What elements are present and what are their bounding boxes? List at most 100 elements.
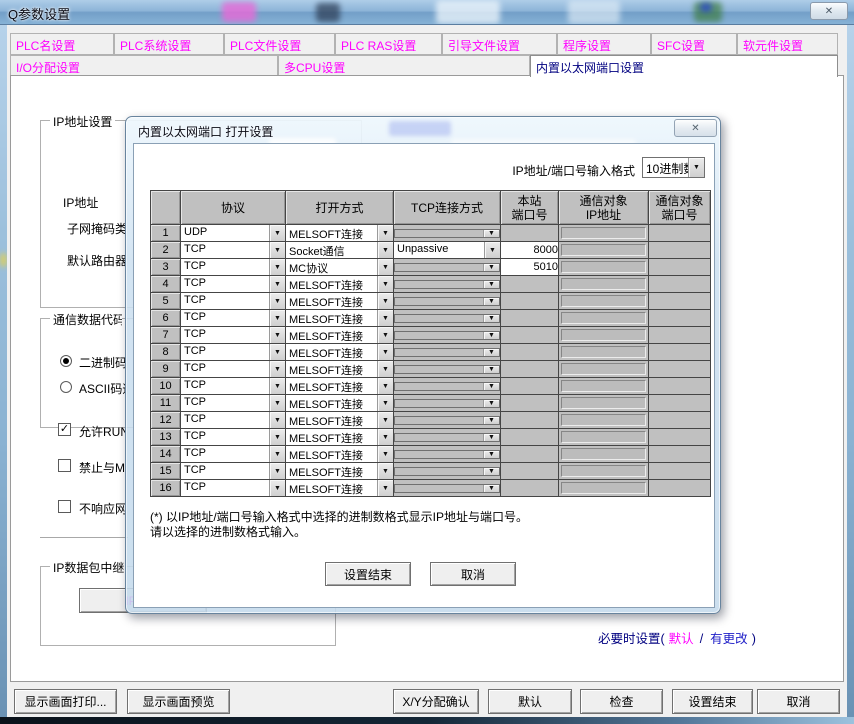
open-mode-select[interactable]: MELSOFT连接▼ xyxy=(286,480,393,496)
tcp-mode-select[interactable]: ▼ xyxy=(394,297,500,306)
open-mode-select[interactable]: MELSOFT连接▼ xyxy=(286,429,393,445)
tcp-mode-select[interactable]: ▼ xyxy=(394,331,500,340)
chevron-down-icon[interactable]: ▼ xyxy=(483,400,499,407)
default-button[interactable]: 默认 xyxy=(488,689,572,714)
open-mode-select[interactable]: MC协议▼ xyxy=(286,259,393,275)
tcp-mode-select[interactable]: ▼ xyxy=(394,382,500,391)
chevron-down-icon[interactable]: ▼ xyxy=(377,361,393,377)
tcp-mode-select[interactable]: ▼ xyxy=(394,280,500,289)
chevron-down-icon[interactable]: ▼ xyxy=(269,310,285,326)
chevron-down-icon[interactable]: ▼ xyxy=(377,395,393,411)
chevron-down-icon[interactable]: ▼ xyxy=(269,395,285,411)
chevron-down-icon[interactable]: ▼ xyxy=(377,378,393,394)
chevron-down-icon[interactable]: ▼ xyxy=(483,298,499,305)
chevron-down-icon[interactable]: ▼ xyxy=(269,225,285,241)
cancel-button[interactable]: 取消 xyxy=(757,689,840,714)
protocol-select[interactable]: TCP▼ xyxy=(181,293,285,309)
dialog-finish-button[interactable]: 设置结束 xyxy=(325,562,411,586)
chevron-down-icon[interactable]: ▼ xyxy=(483,332,499,339)
chevron-down-icon[interactable]: ▼ xyxy=(483,383,499,390)
tab-plc-ras[interactable]: PLC RAS设置 xyxy=(335,33,442,55)
chevron-down-icon[interactable]: ▼ xyxy=(269,242,285,258)
protocol-select[interactable]: TCP▼ xyxy=(181,446,285,462)
chevron-down-icon[interactable]: ▼ xyxy=(269,446,285,462)
tab-device[interactable]: 软元件设置 xyxy=(737,33,838,55)
chevron-down-icon[interactable]: ▼ xyxy=(688,158,704,177)
open-mode-select[interactable]: MELSOFT连接▼ xyxy=(286,225,393,241)
finish-button[interactable]: 设置结束 xyxy=(672,689,753,714)
protocol-select[interactable]: TCP▼ xyxy=(181,276,285,292)
tab-boot-file[interactable]: 引导文件设置 xyxy=(442,33,557,55)
chevron-down-icon[interactable]: ▼ xyxy=(269,412,285,428)
display-preview-button[interactable]: 显示画面预览 xyxy=(127,689,230,714)
chevron-down-icon[interactable]: ▼ xyxy=(269,259,285,275)
chevron-down-icon[interactable]: ▼ xyxy=(377,344,393,360)
tcp-mode-select[interactable]: Unpassive▼ xyxy=(394,242,500,258)
tcp-mode-select[interactable]: ▼ xyxy=(394,229,500,238)
chevron-down-icon[interactable]: ▼ xyxy=(269,480,285,496)
chevron-down-icon[interactable]: ▼ xyxy=(269,378,285,394)
chevron-down-icon[interactable]: ▼ xyxy=(483,417,499,424)
chevron-down-icon[interactable]: ▼ xyxy=(269,293,285,309)
protocol-select[interactable]: TCP▼ xyxy=(181,480,285,496)
tcp-mode-select[interactable]: ▼ xyxy=(394,348,500,357)
chevron-down-icon[interactable]: ▼ xyxy=(269,361,285,377)
chevron-down-icon[interactable]: ▼ xyxy=(377,327,393,343)
chevron-down-icon[interactable]: ▼ xyxy=(483,264,499,271)
protocol-select[interactable]: TCP▼ xyxy=(181,327,285,343)
protocol-select[interactable]: TCP▼ xyxy=(181,344,285,360)
chevron-down-icon[interactable]: ▼ xyxy=(377,480,393,496)
tcp-mode-select[interactable]: ▼ xyxy=(394,416,500,425)
protocol-select[interactable]: TCP▼ xyxy=(181,361,285,377)
tcp-mode-select[interactable]: ▼ xyxy=(394,450,500,459)
open-mode-select[interactable]: MELSOFT连接▼ xyxy=(286,293,393,309)
tab-io-assignment[interactable]: I/O分配设置 xyxy=(10,55,278,76)
open-mode-select[interactable]: MELSOFT连接▼ xyxy=(286,344,393,360)
tcp-mode-select[interactable]: ▼ xyxy=(394,467,500,476)
tab-program[interactable]: 程序设置 xyxy=(557,33,651,55)
binary-code-radio[interactable] xyxy=(60,355,72,367)
tab-sfc[interactable]: SFC设置 xyxy=(651,33,737,55)
tcp-mode-select[interactable]: ▼ xyxy=(394,263,500,272)
chevron-down-icon[interactable]: ▼ xyxy=(377,446,393,462)
protocol-select[interactable]: TCP▼ xyxy=(181,378,285,394)
chevron-down-icon[interactable]: ▼ xyxy=(269,344,285,360)
protocol-select[interactable]: TCP▼ xyxy=(181,259,285,275)
open-mode-select[interactable]: Socket通信▼ xyxy=(286,242,393,258)
open-mode-select[interactable]: MELSOFT连接▼ xyxy=(286,310,393,326)
chevron-down-icon[interactable]: ▼ xyxy=(377,463,393,479)
disable-melsoft-checkbox[interactable] xyxy=(58,459,71,472)
display-print-button[interactable]: 显示画面打印... xyxy=(14,689,117,714)
xy-assignment-button[interactable]: X/Y分配确认 xyxy=(393,689,479,714)
protocol-select[interactable]: TCP▼ xyxy=(181,429,285,445)
chevron-down-icon[interactable]: ▼ xyxy=(377,293,393,309)
chevron-down-icon[interactable]: ▼ xyxy=(483,485,499,492)
open-mode-select[interactable]: MELSOFT连接▼ xyxy=(286,327,393,343)
chevron-down-icon[interactable]: ▼ xyxy=(483,349,499,356)
chevron-down-icon[interactable]: ▼ xyxy=(483,281,499,288)
tcp-mode-select[interactable]: ▼ xyxy=(394,433,500,442)
chevron-down-icon[interactable]: ▼ xyxy=(377,429,393,445)
chevron-down-icon[interactable]: ▼ xyxy=(483,315,499,322)
protocol-select[interactable]: TCP▼ xyxy=(181,395,285,411)
protocol-select[interactable]: UDP▼ xyxy=(181,225,285,241)
chevron-down-icon[interactable]: ▼ xyxy=(483,230,499,237)
tab-plc-system[interactable]: PLC系统设置 xyxy=(114,33,224,55)
chevron-down-icon[interactable]: ▼ xyxy=(269,276,285,292)
chevron-down-icon[interactable]: ▼ xyxy=(377,310,393,326)
chevron-down-icon[interactable]: ▼ xyxy=(484,242,500,258)
open-mode-select[interactable]: MELSOFT连接▼ xyxy=(286,276,393,292)
tab-plc-name[interactable]: PLC名设置 xyxy=(10,33,114,55)
dialog-close-icon[interactable]: ✕ xyxy=(674,119,717,137)
protocol-select[interactable]: TCP▼ xyxy=(181,310,285,326)
chevron-down-icon[interactable]: ▼ xyxy=(269,327,285,343)
tab-multi-cpu[interactable]: 多CPU设置 xyxy=(278,55,530,76)
open-mode-select[interactable]: MELSOFT连接▼ xyxy=(286,361,393,377)
allow-run-write-checkbox[interactable]: ✓ xyxy=(58,423,71,436)
tcp-mode-select[interactable]: ▼ xyxy=(394,399,500,408)
local-port-cell[interactable]: 8000 xyxy=(501,242,559,259)
tcp-mode-select[interactable]: ▼ xyxy=(394,314,500,323)
chevron-down-icon[interactable]: ▼ xyxy=(377,225,393,241)
chevron-down-icon[interactable]: ▼ xyxy=(483,468,499,475)
open-mode-select[interactable]: MELSOFT连接▼ xyxy=(286,395,393,411)
